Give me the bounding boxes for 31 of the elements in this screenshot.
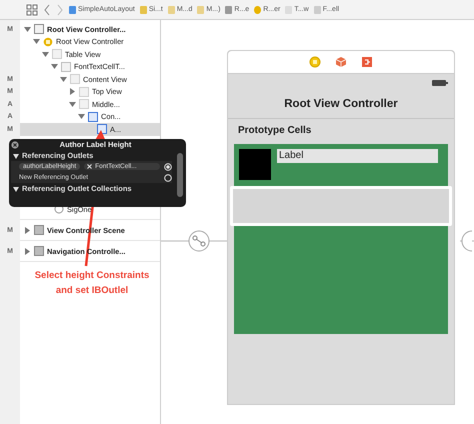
remove-icon[interactable] xyxy=(87,164,92,169)
controller-icon xyxy=(43,36,53,47)
battery-icon xyxy=(432,80,448,86)
expanded-triangle-icon[interactable] xyxy=(13,186,19,192)
cell-label: Label xyxy=(277,149,438,163)
view-icon xyxy=(79,86,89,97)
scene-title: Root View Controller xyxy=(284,98,398,110)
grid-icon[interactable] xyxy=(26,4,38,16)
back-icon[interactable] xyxy=(43,4,51,16)
scene-icon xyxy=(34,225,44,235)
view-icon xyxy=(52,49,62,60)
scene-icon xyxy=(34,246,44,256)
close-icon[interactable] xyxy=(11,140,19,148)
constraint-icon xyxy=(97,124,107,134)
connection-circle-icon[interactable] xyxy=(164,162,172,170)
view-icon xyxy=(70,74,80,84)
connection-circle-icon[interactable] xyxy=(164,174,172,182)
collapsed-triangle-icon[interactable] xyxy=(24,226,31,234)
scroll-bar[interactable] xyxy=(177,153,183,197)
cube-icon[interactable] xyxy=(335,56,347,68)
exit-icon[interactable] xyxy=(361,56,373,68)
scene-icon xyxy=(34,24,44,34)
cell-icon xyxy=(61,62,71,72)
collapsed-triangle-icon[interactable] xyxy=(69,88,76,96)
collapsed-triangle-icon[interactable] xyxy=(24,248,31,254)
annotation-text: Select height Constraints and set IBOutlel xyxy=(34,269,150,298)
constraints-icon xyxy=(88,112,98,122)
view-icon xyxy=(79,99,89,110)
section-header: Prototype Cells xyxy=(237,124,312,138)
image-placeholder xyxy=(239,149,271,180)
expanded-triangle-icon[interactable] xyxy=(13,152,19,158)
